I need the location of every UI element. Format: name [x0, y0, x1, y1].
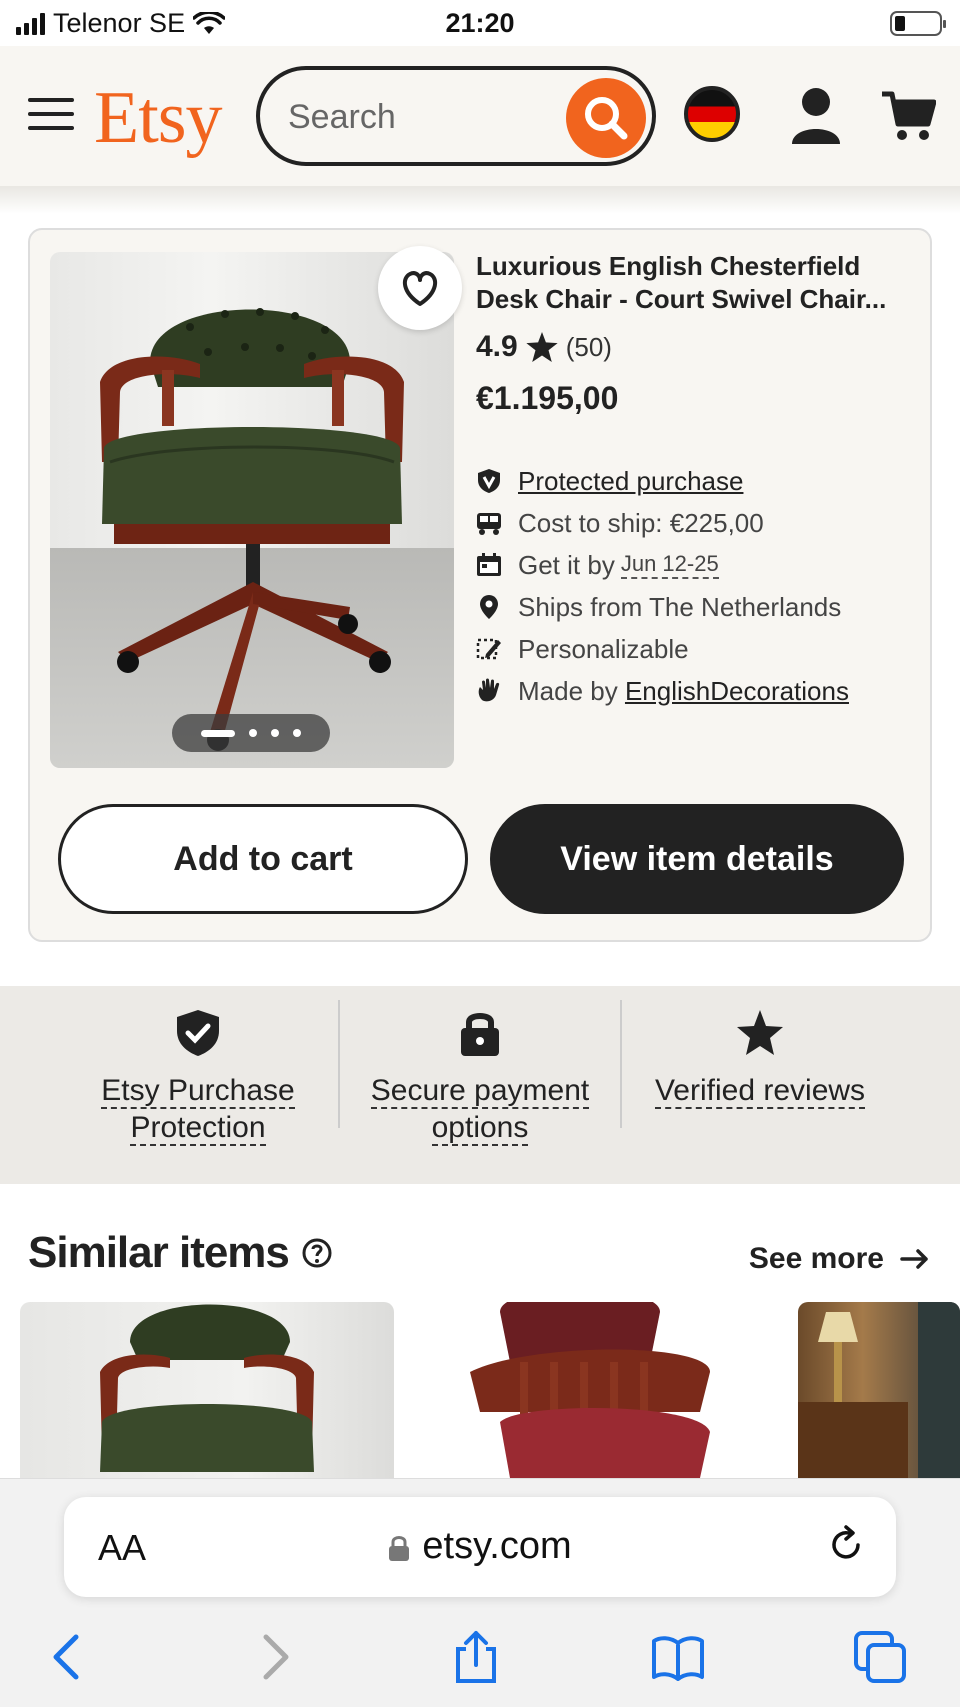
trust-payment-label: Secure payment options	[370, 1074, 590, 1146]
rating-value: 4.9	[476, 330, 518, 363]
site-header: Etsy	[0, 46, 960, 186]
feature-origin: Ships from The Netherlands	[476, 586, 916, 628]
address-bar[interactable]: AA etsy.com	[64, 1497, 896, 1597]
trust-purchase-protection[interactable]: Etsy Purchase Protection	[58, 1006, 338, 1146]
ships-from: Ships from The Netherlands	[518, 591, 842, 622]
similar-item-thumbnail[interactable]	[798, 1302, 960, 1478]
similar-items-heading: Similar items	[28, 1228, 333, 1278]
product-card: Luxurious English Chesterfield Desk Chai…	[28, 228, 932, 942]
user-account-icon[interactable]	[788, 84, 844, 146]
browser-chrome: AA etsy.com	[0, 1478, 960, 1707]
personalize-pencil-icon	[476, 638, 501, 660]
personalizable-label: Personalizable	[518, 633, 689, 664]
search-button[interactable]	[566, 78, 646, 158]
see-more-label: See more	[748, 1242, 884, 1275]
feature-maker: Made by EnglishDecorations	[476, 670, 916, 712]
feature-shipping: Cost to ship: €225,00	[476, 502, 916, 544]
header-shadow	[0, 186, 960, 214]
red-chair-thumbnail-image	[470, 1302, 710, 1478]
back-icon[interactable]	[40, 1629, 96, 1685]
search-icon	[585, 97, 628, 140]
lamp-room-thumbnail-image	[798, 1302, 960, 1478]
etsy-logo[interactable]: Etsy	[94, 76, 223, 161]
similar-items-title: Similar items	[28, 1228, 290, 1277]
product-title[interactable]: Luxurious English Chesterfield Desk Chai…	[476, 250, 916, 316]
star-icon	[526, 332, 558, 362]
clock: 21:20	[445, 8, 515, 38]
lock-icon	[461, 1013, 499, 1056]
shield-v-icon	[478, 469, 500, 493]
calendar-icon	[477, 553, 501, 576]
location-pin-icon	[480, 595, 498, 619]
trust-secure-payment[interactable]: Secure payment options	[340, 1006, 620, 1146]
product-price: €1.195,00	[476, 380, 619, 416]
view-item-details-button[interactable]: View item details	[490, 804, 904, 914]
browser-toolbar	[0, 1629, 960, 1689]
star-icon	[737, 1010, 783, 1055]
forward-icon[interactable]	[246, 1629, 302, 1685]
arrow-right-icon	[900, 1249, 928, 1269]
product-title-line1: Luxurious English Chesterfield	[476, 251, 861, 281]
product-features: Protected purchase Cost to ship: €225,00…	[476, 460, 916, 712]
status-bar: Telenor SE 21:20	[0, 0, 960, 46]
lock-icon	[389, 1535, 410, 1561]
shopping-cart-icon[interactable]	[880, 88, 936, 144]
feature-protected[interactable]: Protected purchase	[476, 460, 916, 502]
bookmarks-icon[interactable]	[650, 1629, 706, 1685]
shop-name-link[interactable]: EnglishDecorations	[625, 676, 849, 707]
shield-check-icon	[177, 1010, 219, 1056]
similar-item-thumbnail[interactable]	[20, 1302, 394, 1478]
product-title-line2: Desk Chair - Court Swivel Chair...	[476, 284, 887, 314]
shipping-cost: Cost to ship: €225,00	[518, 507, 764, 538]
feature-personalizable: Personalizable	[476, 628, 916, 670]
share-icon[interactable]	[448, 1629, 504, 1685]
image-carousel-indicator[interactable]	[172, 714, 330, 752]
feature-delivery: Get it by Jun 12-25	[476, 544, 916, 586]
search-box	[256, 66, 656, 166]
germany-flag-icon[interactable]	[684, 86, 740, 142]
url-display[interactable]: etsy.com	[64, 1525, 896, 1568]
green-chair-thumbnail-image	[100, 1304, 314, 1472]
url-text: etsy.com	[422, 1525, 572, 1567]
trust-verified-reviews[interactable]: Verified reviews	[620, 1006, 900, 1109]
hand-icon	[478, 678, 500, 702]
reload-icon[interactable]	[824, 1523, 868, 1567]
protected-purchase-link[interactable]: Protected purchase	[518, 466, 743, 497]
help-question-icon[interactable]	[301, 1237, 333, 1269]
hamburger-menu-icon[interactable]	[28, 98, 74, 132]
trust-band: Etsy Purchase Protection Secure payment op…	[0, 986, 960, 1184]
delivery-prefix: Get it by	[518, 549, 615, 580]
made-by-prefix: Made by	[518, 675, 618, 706]
truck-icon	[477, 513, 501, 535]
similar-item-thumbnail[interactable]	[410, 1302, 784, 1478]
add-to-cart-button[interactable]: Add to cart	[58, 804, 468, 914]
product-rating[interactable]: 4.9 (50)	[476, 330, 612, 364]
heart-icon	[402, 271, 438, 306]
tabs-icon[interactable]	[852, 1629, 908, 1685]
search-input[interactable]	[288, 94, 538, 140]
delivery-date[interactable]: Jun 12-25	[620, 551, 719, 579]
trust-reviews-label: Verified reviews	[654, 1074, 866, 1109]
trust-purchase-label: Etsy Purchase Protection	[101, 1074, 295, 1146]
battery-icon	[890, 11, 946, 36]
see-more-link[interactable]: See more	[749, 1242, 930, 1276]
favorite-button[interactable]	[378, 246, 462, 330]
review-count: (50)	[565, 331, 612, 362]
